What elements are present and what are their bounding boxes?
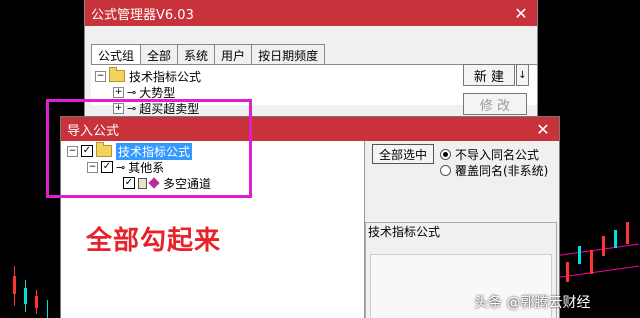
- radio-button[interactable]: [440, 149, 451, 160]
- tab-all[interactable]: 全部: [140, 44, 179, 64]
- new-button[interactable]: 新 建: [463, 64, 515, 86]
- candle: [566, 262, 569, 282]
- candle: [626, 222, 629, 244]
- candle: [24, 288, 27, 304]
- folder-icon: [109, 67, 125, 82]
- tab-system[interactable]: 系统: [177, 44, 216, 64]
- candle: [13, 276, 16, 294]
- tree-item[interactable]: + ⊸ 大势型: [113, 84, 175, 100]
- tab-user[interactable]: 用户: [214, 44, 253, 64]
- collapse-icon[interactable]: −: [95, 70, 106, 82]
- tree-item-label: 大势型: [139, 85, 176, 100]
- radio-label: 覆盖同名(非系统): [455, 164, 549, 178]
- radio-option-skip-duplicates[interactable]: 不导入同名公式: [440, 146, 539, 163]
- formula-manager-titlebar: 公式管理器V6.03 ✕: [85, 0, 537, 26]
- highlight-box: [46, 99, 252, 198]
- key-icon: ⊸: [127, 85, 137, 99]
- info-label: 技术指标公式: [368, 225, 441, 239]
- tab-formula-group[interactable]: 公式组: [91, 44, 142, 66]
- candle-wick: [47, 300, 48, 318]
- radio-option-overwrite[interactable]: 覆盖同名(非系统): [440, 162, 548, 179]
- tab-bar: 公式组 全部 系统 用户 按日期频度: [91, 44, 326, 66]
- new-dropdown-button[interactable]: ↓: [516, 64, 529, 86]
- close-icon[interactable]: ✕: [527, 116, 559, 142]
- candle: [614, 230, 617, 248]
- close-icon[interactable]: ✕: [505, 0, 537, 26]
- tab-by-date-frequency[interactable]: 按日期频度: [251, 44, 326, 64]
- radio-label: 不导入同名公式: [455, 148, 540, 162]
- watermark: 头条 @郭腾云财经: [474, 295, 591, 311]
- tree-item-label: 技术指标公式: [129, 69, 202, 84]
- screenshot-stage: 公式管理器V6.03 ✕ 公式组 全部 系统 用户 按日期频度 − 技术指标公式…: [0, 0, 640, 318]
- radio-button[interactable]: [440, 165, 451, 176]
- edit-button[interactable]: 修 改: [463, 93, 527, 115]
- window-title: 公式管理器V6.03: [91, 7, 194, 23]
- candle: [578, 246, 581, 264]
- tree-item[interactable]: − 技术指标公式: [95, 67, 202, 84]
- select-all-button[interactable]: 全部选中: [372, 144, 434, 164]
- candle: [602, 236, 605, 256]
- expand-icon[interactable]: +: [113, 86, 124, 98]
- candle: [590, 250, 593, 274]
- candle: [35, 296, 38, 308]
- annotation-text: 全部勾起来: [86, 226, 222, 256]
